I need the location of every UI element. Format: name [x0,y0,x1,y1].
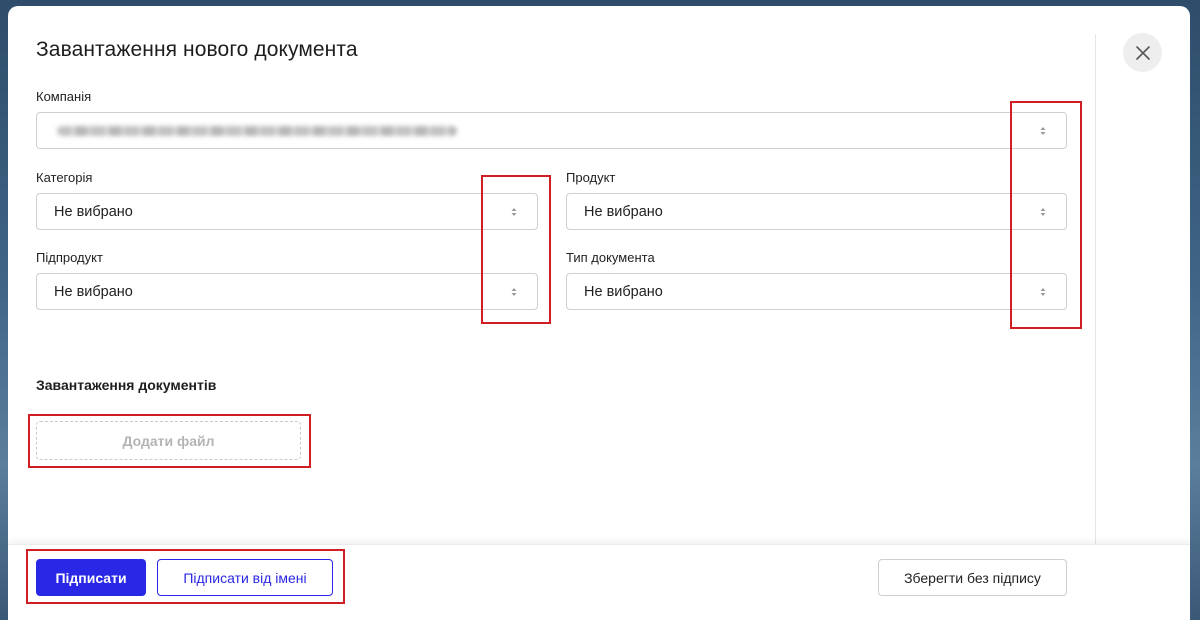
company-select[interactable] [36,112,1067,149]
sign-on-behalf-button[interactable]: Підписати від імені [157,559,333,596]
product-select[interactable]: Не вибрано [566,193,1067,230]
product-label: Продукт [566,170,616,185]
document-type-select[interactable]: Не вибрано [566,273,1067,310]
vertical-divider [1095,34,1096,620]
sign-button[interactable]: Підписати [36,559,146,596]
company-label: Компанія [36,89,92,104]
sort-arrows-icon [511,207,517,216]
document-type-select-value: Не вибрано [584,283,663,300]
category-select-value: Не вибрано [54,203,133,220]
subproduct-select[interactable]: Не вибрано [36,273,538,310]
dialog-title: Завантаження нового документа [36,38,358,61]
company-redacted-value [57,126,457,136]
dialog-footer: Підписати Підписати від імені Зберегти б… [8,544,1190,620]
category-select[interactable]: Не вибрано [36,193,538,230]
sort-arrows-icon [1040,207,1046,216]
upload-section-title: Завантаження документів [36,377,217,393]
subproduct-label: Підпродукт [36,250,103,265]
upload-document-dialog: Завантаження нового документа Компанія К… [8,6,1190,620]
document-type-label: Тип документа [566,250,655,265]
close-button[interactable] [1123,33,1162,72]
close-icon [1135,45,1150,60]
add-file-button[interactable]: Додати файл [36,421,301,460]
sort-arrows-icon [1040,126,1046,135]
sort-arrows-icon [511,287,517,296]
sort-arrows-icon [1040,287,1046,296]
category-label: Категорія [36,170,93,185]
save-without-signature-button[interactable]: Зберегти без підпису [878,559,1067,596]
subproduct-select-value: Не вибрано [54,283,133,300]
product-select-value: Не вибрано [584,203,663,220]
